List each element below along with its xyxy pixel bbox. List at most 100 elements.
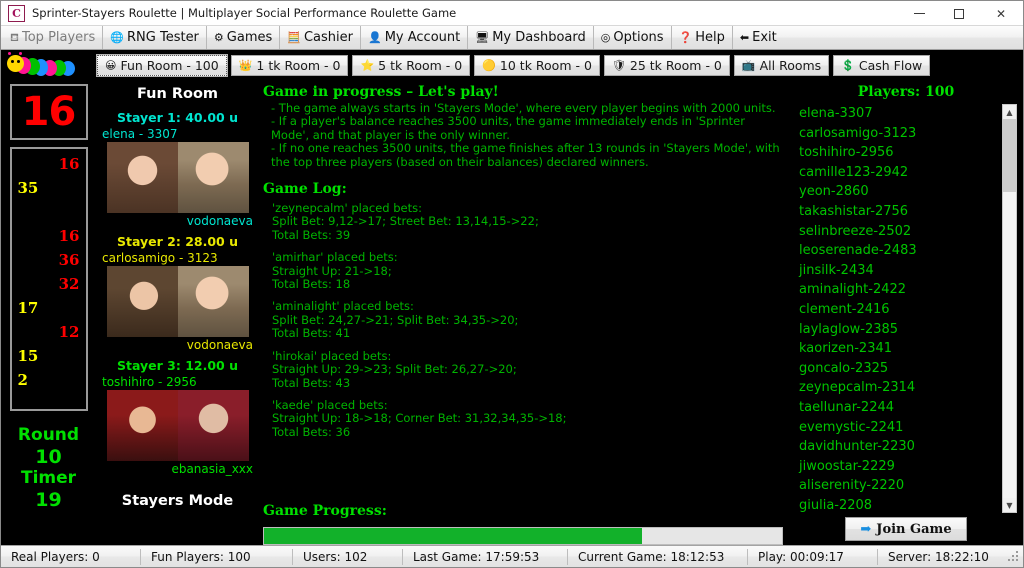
player-list-item[interactable]: evemystic-2241 <box>799 418 1002 438</box>
log-entry: 'amirhar' placed bets: Straight Up: 21->1… <box>272 250 783 292</box>
players-scrollbar[interactable]: ▲ ▼ <box>1002 104 1017 513</box>
player-list-item[interactable]: carlosamigo-3123 <box>799 124 1002 144</box>
stayer-card[interactable]: Stayer 1: 40.00 u elena - 3307 vodonaeva <box>96 110 259 229</box>
player-list-item[interactable]: davidhunter-2230 <box>799 437 1002 457</box>
player-list-item[interactable]: camille123-2942 <box>799 163 1002 183</box>
round-timer-box: Round 10 Timer 19 <box>18 425 79 511</box>
menu-item-options[interactable]: ◎ Options <box>594 26 672 49</box>
log-entry-total: Total Bets: 39 <box>272 227 351 242</box>
log-entry: 'hirokai' placed bets: Straight Up: 29->2… <box>272 348 783 390</box>
player-list-item[interactable]: kaorizen-2341 <box>799 339 1002 359</box>
room-tab-bar: 😀 Fun Room - 100 👑 1 tk Room - 0 ⭐ 5 tk Room … <box>1 50 1023 80</box>
menu-item-help[interactable]: ❓ Help <box>672 26 733 49</box>
room-tab-1-tk-room-0[interactable]: 👑 1 tk Room - 0 <box>230 54 349 76</box>
numbers-panel: 16 16 35 16 36 32 17 12 15 2 Round 10 Timer 19 <box>1 80 96 545</box>
scrollbar-thumb[interactable] <box>1003 119 1016 192</box>
monitor-icon: 🖥 <box>475 31 490 44</box>
stayer-rank-label: Stayer 1: 40.00 u <box>116 110 238 125</box>
log-entry: 'aminalight' placed bets: Split Bet: 24,2… <box>272 300 783 341</box>
minimize-icon <box>913 13 925 14</box>
history-number: 36 <box>58 251 80 269</box>
room-tab-label: Cash Flow <box>858 57 923 73</box>
avatar <box>177 390 249 461</box>
menu-item-top-players[interactable]: ⛾ Top Players <box>3 26 104 49</box>
stayer-card[interactable]: Stayer 2: 28.00 u carlosamigo - 3123 vodon… <box>96 234 259 353</box>
player-list-item[interactable]: leoserenade-2483 <box>799 241 1002 261</box>
room-title: Fun Room <box>136 86 219 102</box>
menu-item-my-account[interactable]: 👤 My Account <box>361 26 469 49</box>
maximize-button[interactable] <box>939 1 979 26</box>
resize-grip[interactable] <box>1008 550 1020 563</box>
room-tab-10-tk-room-0[interactable]: 🟡 10 tk Room - 0 <box>474 54 600 76</box>
log-entry-total: Total Bets: 18 <box>272 277 351 292</box>
stayer-card[interactable]: Stayer 3: 12.00 u toshihiro - 2956 ebanasi… <box>96 358 259 477</box>
stayer-partner-name: vodonaeva <box>186 214 253 228</box>
player-list-item[interactable]: clement-2416 <box>799 300 1002 320</box>
status-cell: Current Game: 18:12:53 <box>568 548 748 565</box>
stayer-rank-label: Stayer 3: 12.00 u <box>116 358 238 373</box>
player-list-item[interactable]: laylaglow-2385 <box>799 320 1002 340</box>
podium-icon: ⛾ <box>10 31 19 44</box>
log-entry-total: Total Bets: 41 <box>272 326 351 341</box>
coin-icon: 🟡 <box>482 58 496 72</box>
menu-item-label: Top Players <box>22 30 96 45</box>
stayer-rank-label: Stayer 2: 28.00 u <box>116 234 238 249</box>
log-entry-bets: Straight Up: 18->18; Corner Bet: 31,32,3… <box>272 411 567 426</box>
game-progress-title: Game Progress: <box>263 503 387 519</box>
history-number: 15 <box>17 347 39 365</box>
player-list-item[interactable]: elena-3307 <box>799 104 1002 124</box>
room-tab-cash-flow[interactable]: 💲 Cash Flow <box>833 54 931 76</box>
log-entry-header: 'kaede' placed bets: <box>272 397 388 412</box>
close-button[interactable]: ✕ <box>979 1 1023 26</box>
menu-item-label: Games <box>226 30 273 45</box>
globe-icon: 🌐 <box>110 31 124 44</box>
join-game-button[interactable]: ➡ Join Game <box>845 517 967 541</box>
history-number: 2 <box>17 371 28 389</box>
player-list-item[interactable]: jiwoostar-2229 <box>799 457 1002 477</box>
player-list-item[interactable]: selinbreeze-2502 <box>799 222 1002 242</box>
menu-item-my-dashboard[interactable]: 🖥 My Dashboard <box>468 26 594 49</box>
player-list-item[interactable]: aminalight-2422 <box>799 280 1002 300</box>
rule-line: - If no one reaches 3500 units, the game… <box>271 141 780 169</box>
room-tab-all-rooms[interactable]: 📺 All Rooms <box>733 54 830 76</box>
scroll-down-button[interactable]: ▼ <box>1003 498 1016 512</box>
player-list-item[interactable]: zeynepcalm-2314 <box>799 378 1002 398</box>
rule-line: - The game always starts in 'Stayers Mod… <box>271 101 776 115</box>
room-tab-25-tk-room-0[interactable]: 🛡 25 tk Room - 0 <box>603 54 730 76</box>
menu-item-cashier[interactable]: 🧮 Cashier <box>280 26 361 49</box>
player-list-item[interactable]: toshihiro-2956 <box>799 143 1002 163</box>
room-tab-5-tk-room-0[interactable]: ⭐ 5 tk Room - 0 <box>352 54 471 76</box>
stayer-player-name: toshihiro - 2956 <box>102 375 197 389</box>
log-entry-total: Total Bets: 36 <box>272 424 351 439</box>
menu-item-rng-tester[interactable]: 🌐 RNG Tester <box>103 26 207 49</box>
player-list-item[interactable]: giulia-2208 <box>799 496 1002 513</box>
menu-item-exit[interactable]: ⬅ Exit <box>733 26 784 49</box>
stayer-partner-name: ebanasia_xxx <box>171 462 253 476</box>
player-list-item[interactable]: takashistar-2756 <box>799 202 1002 222</box>
scrollbar-track[interactable] <box>1003 119 1016 498</box>
menu-item-label: Exit <box>752 30 777 45</box>
menu-item-games[interactable]: ⚙ Games <box>207 26 281 49</box>
player-list-item[interactable]: yeon-2860 <box>799 182 1002 202</box>
log-entry: 'zeynepcalm' placed bets: Split Bet: 9,12… <box>272 202 783 242</box>
history-number: 32 <box>58 275 80 293</box>
number-history-list[interactable]: 16 35 16 36 32 17 12 15 2 <box>9 147 88 411</box>
player-list-item[interactable]: jinsilk-2434 <box>799 261 1002 281</box>
dollar-icon: 💲 <box>841 58 855 72</box>
room-tab-fun-room-100[interactable]: 😀 Fun Room - 100 <box>96 53 228 77</box>
player-list-item[interactable]: goncalo-2325 <box>799 359 1002 379</box>
player-list-item[interactable]: aliserenity-2220 <box>799 476 1002 496</box>
game-log-list[interactable]: 'zeynepcalm' placed bets: Split Bet: 9,12… <box>263 202 783 501</box>
game-log-title: Game Log: <box>263 181 347 198</box>
room-tab-label: 10 tk Room - 0 <box>499 57 592 73</box>
history-number: 35 <box>17 179 39 197</box>
stayer-avatars <box>96 142 259 213</box>
status-cell: Last Game: 17:59:53 <box>403 548 568 565</box>
scroll-up-button[interactable]: ▲ <box>1003 105 1016 119</box>
room-tab-label: 1 tk Room - 0 <box>256 57 341 73</box>
log-entry-header: 'hirokai' placed bets: <box>272 348 392 363</box>
players-list[interactable]: elena-3307 carlosamigo-3123 toshihiro-2956… <box>795 104 1002 513</box>
shield-icon: 🛡 <box>611 58 626 72</box>
player-list-item[interactable]: taellunar-2244 <box>799 398 1002 418</box>
minimize-button[interactable] <box>899 1 939 26</box>
